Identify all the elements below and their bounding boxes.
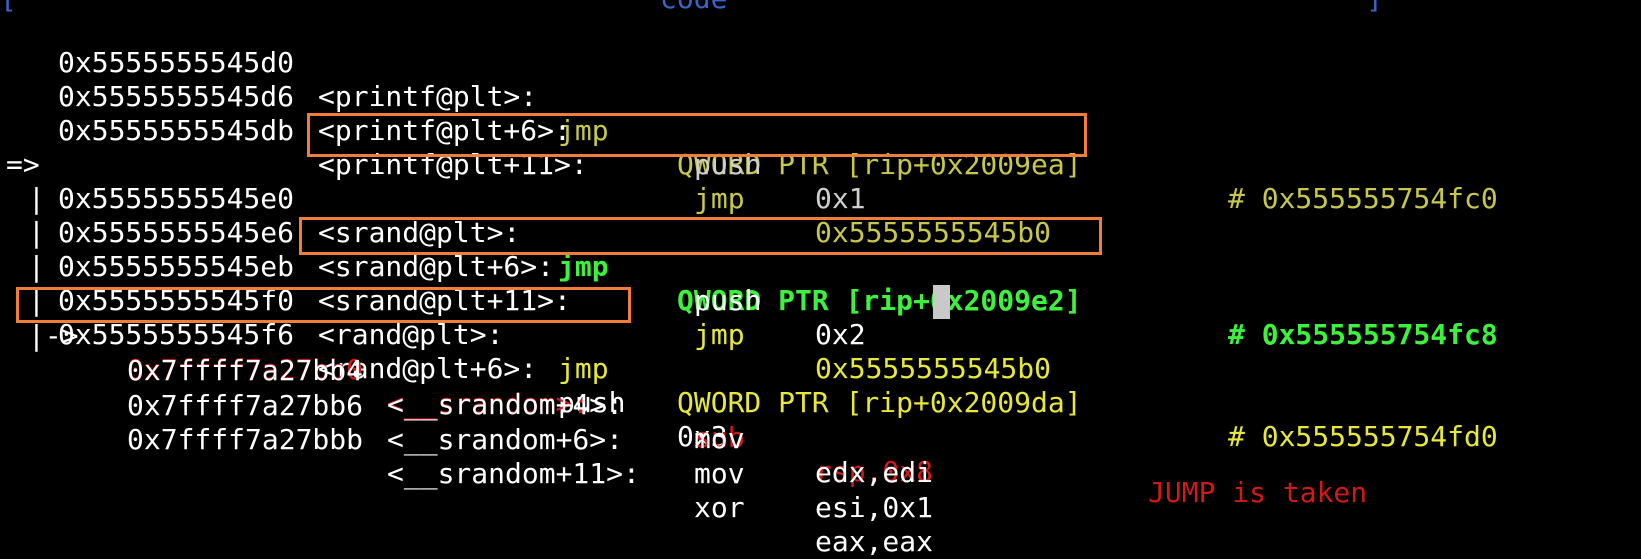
jump-taken-message: JUMP is taken xyxy=(1148,476,1368,509)
header-right-bracket: ] xyxy=(1366,0,1383,16)
instr-comment: # 0x555555754fc8 xyxy=(1228,318,1498,351)
instr-mnemonic: jmp xyxy=(558,352,609,385)
instr-operands: esi,0x1 xyxy=(815,491,934,524)
instr-address: 0x7ffff7a27bbb xyxy=(127,423,364,456)
disasm-line: 0x5555555545d6 <printf@plt+6>: push 0x1 xyxy=(0,46,866,215)
instr-mnemonic: mov xyxy=(694,457,745,490)
disasm-line-current: => 0x5555555545e0 <srand@plt>: jmp QWORD… xyxy=(0,114,1498,351)
instr-symbol: <__srandom+11>: xyxy=(387,457,640,490)
instr-comment: # 0x555555754fd0 xyxy=(1228,420,1498,453)
instr-address: 0x5555555545db xyxy=(58,114,295,147)
disasm-line: 0x7ffff7a27bbb <__srandom+11>: xor eax,e… xyxy=(0,389,933,558)
disasm-line: 0x5555555545d0 <printf@plt>: jmp QWORD P… xyxy=(0,12,1498,215)
disasm-line: | 0x5555555545eb <srand@plt+11>: jmp 0x5… xyxy=(0,182,1051,385)
jump-status-line: JUMP is taken xyxy=(0,442,1367,509)
disasm-line: | 0x5555555545f0 <rand@plt>: jmp QWORD P… xyxy=(0,216,1498,453)
highlight-box-rand xyxy=(299,217,1102,255)
instr-address: 0x7ffff7a27bb6 xyxy=(127,389,364,422)
instr-operands: 0x5555555545b0 xyxy=(815,352,1052,385)
instr-symbol: <__srandom+6>: xyxy=(387,423,624,456)
instr-operands: eax,eax xyxy=(815,525,934,558)
jump-arrow-marker: |-> xyxy=(28,319,79,352)
instr-symbol: <rand@plt>: xyxy=(318,318,504,351)
instr-mnemonic: jmp xyxy=(694,318,745,351)
instr-symbol: <__srandom+4>: xyxy=(387,388,624,421)
header-title: code xyxy=(660,0,727,16)
instr-operands: QWORD PTR [rip+0x2009da] xyxy=(677,386,1082,419)
instr-mnemonic: jmp xyxy=(694,182,745,215)
instr-symbol: <printf@plt>: xyxy=(318,80,538,113)
instr-address: 0x5555555545e0 xyxy=(58,182,295,215)
instr-mnemonic: push xyxy=(694,284,762,317)
disasm-line: 0x7ffff7a27bb4 <__srandom+4>: mov edx,ed… xyxy=(0,320,933,489)
instr-address: 0x5555555545e6 xyxy=(58,216,295,249)
instr-operands: 0x1 xyxy=(815,182,866,215)
instr-symbol: <srand@plt+6>: xyxy=(318,250,555,283)
disasm-line: | 0x5555555545e6 <srand@plt+6>: push 0x2 xyxy=(0,148,866,351)
terminal-cursor xyxy=(933,285,950,319)
instr-comment: # 0x555555754fc0 xyxy=(1228,182,1498,215)
instr-address: 0x5555555545eb xyxy=(58,250,295,283)
instr-address: 0x5555555545d0 xyxy=(58,46,295,79)
instr-mnemonic: jmp xyxy=(558,250,609,283)
highlight-box-srandom xyxy=(16,287,631,323)
instr-address: 0x5555555545d6 xyxy=(58,80,295,113)
instr-address: 0x7ffff7a27bb4 xyxy=(127,354,364,387)
disasm-line: 0x7ffff7a27bb6 <__srandom+6>: mov esi,0x… xyxy=(0,355,933,524)
instr-mnemonic: mov xyxy=(694,422,745,455)
instr-operands: 0x2 xyxy=(815,318,866,351)
highlight-box-srand xyxy=(307,113,1087,157)
instr-operands: edx,edi xyxy=(815,456,934,489)
disasm-line: 0x5555555545db <printf@plt+11>: jmp 0x55… xyxy=(0,80,1051,249)
instr-mnemonic: xor xyxy=(694,491,745,524)
instr-address: 0x5555555545f6 xyxy=(58,318,295,351)
disasm-line: | 0x5555555545f6 <rand@plt+6>: push 0x3 xyxy=(0,250,728,453)
